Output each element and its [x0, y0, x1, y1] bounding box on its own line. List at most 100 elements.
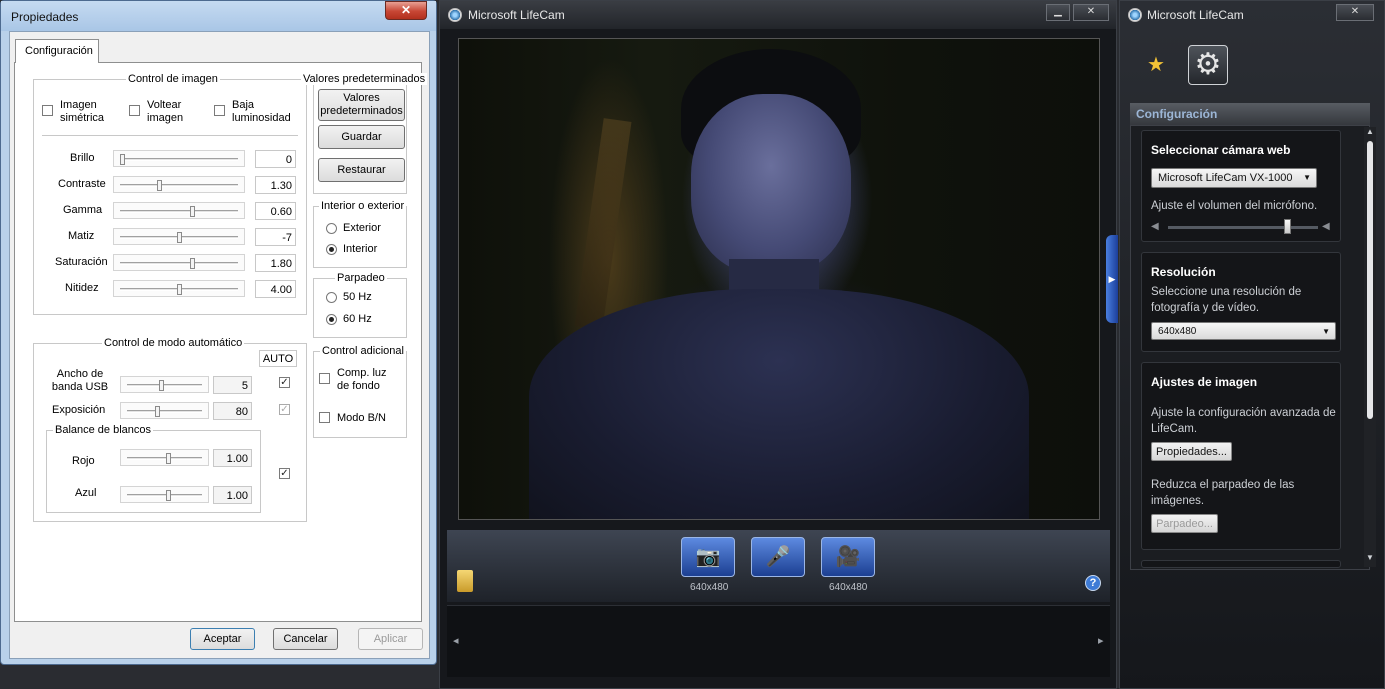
slider-track: [127, 494, 202, 497]
next-card: [1141, 560, 1341, 568]
accept-button[interactable]: Aceptar: [190, 628, 255, 650]
indoor-label: Interior: [343, 243, 378, 255]
effects-icon[interactable]: ★: [1147, 52, 1165, 77]
minimize-icon[interactable]: ▁: [1046, 4, 1070, 21]
gamma-slider[interactable]: [113, 202, 245, 219]
scroll-down-icon[interactable]: ▼: [1366, 553, 1374, 562]
flip-image-checkbox[interactable]: [129, 105, 140, 116]
microphone-icon[interactable]: 🎤: [751, 537, 805, 577]
saturation-label: Saturación: [55, 256, 108, 268]
gamma-value[interactable]: 0.60: [255, 202, 296, 220]
lifecam-titlebar: Microsoft LifeCam ▁ ✕: [440, 1, 1116, 29]
contrast-value[interactable]: 1.30: [255, 176, 296, 194]
flicker-desc: Reduzca el parpadeo de las imágenes.: [1151, 479, 1295, 507]
red-value[interactable]: 1.00: [213, 449, 252, 467]
gear-icon[interactable]: ⚙: [1188, 45, 1228, 85]
image-control-label: Control de imagen: [126, 73, 220, 85]
sharpness-slider[interactable]: [113, 280, 245, 297]
white-balance-auto-checkbox[interactable]: ✓: [279, 468, 290, 479]
blue-label: Azul: [75, 487, 97, 499]
scroll-up-icon[interactable]: ▲: [1366, 127, 1374, 136]
webcam-card: Seleccionar cámara web Microsoft LifeCam…: [1141, 130, 1341, 242]
cancel-button[interactable]: Cancelar: [273, 628, 338, 650]
backlight-comp-checkbox[interactable]: [319, 373, 330, 384]
resolution-dropdown[interactable]: 640x480 ▼: [1151, 322, 1336, 340]
bw-mode-label: Modo B/N: [337, 412, 386, 424]
apply-button[interactable]: Aplicar: [358, 628, 423, 650]
restore-button[interactable]: Restaurar: [318, 158, 405, 182]
resolution-title: Resolución: [1151, 265, 1216, 279]
resolution-selected: 640x480: [1158, 326, 1197, 337]
auto-control-label: Control de modo automático: [102, 337, 245, 349]
indoor-outdoor-label: Interior o exterior: [319, 200, 407, 212]
settings-scrollbar[interactable]: ▲ ▼: [1364, 127, 1376, 567]
lifecam-app-icon: [448, 8, 462, 22]
settings-close-icon[interactable]: ✕: [1336, 4, 1374, 21]
50hz-radio[interactable]: [326, 292, 337, 303]
video-camera-icon[interactable]: 🎥: [821, 537, 875, 577]
brightness-slider[interactable]: [113, 150, 245, 167]
slider-thumb[interactable]: [190, 258, 196, 269]
webcam-selected: Microsoft LifeCam VX-1000: [1158, 172, 1293, 184]
slider-thumb[interactable]: [120, 154, 125, 165]
settings-header: Configuración: [1130, 103, 1370, 125]
photo-resolution: 640x480: [690, 582, 729, 593]
slider-thumb[interactable]: [165, 453, 171, 464]
mirror-image-checkbox[interactable]: [42, 105, 53, 116]
saturation-value[interactable]: 1.80: [255, 254, 296, 272]
scroll-thumb[interactable]: [1367, 141, 1373, 419]
60hz-label: 60 Hz: [343, 313, 372, 325]
brightness-label: Brillo: [70, 152, 95, 164]
properties-button[interactable]: Propiedades...: [1151, 442, 1232, 461]
defaults-label: Valores predeterminados: [301, 73, 428, 85]
low-light-checkbox[interactable]: [214, 105, 225, 116]
indoor-radio[interactable]: [326, 244, 337, 255]
slider-thumb[interactable]: [157, 180, 163, 191]
slider-thumb[interactable]: [155, 406, 160, 417]
volume-high-icon: ◀: [1322, 221, 1330, 232]
60hz-radio[interactable]: [326, 314, 337, 325]
tab-configuracion[interactable]: Configuración: [15, 39, 99, 63]
flicker-button[interactable]: Parpadeo...: [1151, 514, 1218, 533]
red-slider[interactable]: [120, 449, 209, 466]
slider-thumb[interactable]: [158, 380, 164, 391]
usb-bandwidth-label: Ancho de banda USB: [51, 368, 109, 393]
mirror-image-label: Imagen simétrica: [60, 99, 105, 124]
defaults-button[interactable]: Valores predeterminados: [318, 89, 405, 121]
blue-value[interactable]: 1.00: [213, 486, 252, 504]
help-icon[interactable]: ?: [1085, 575, 1101, 591]
slider-track: [120, 210, 238, 213]
blue-slider[interactable]: [120, 486, 209, 503]
slider-thumb[interactable]: [176, 232, 182, 243]
usb-bandwidth-value[interactable]: 5: [213, 376, 252, 394]
slider-thumb[interactable]: [176, 284, 182, 295]
hue-value[interactable]: -7: [255, 228, 296, 246]
usb-bandwidth-slider[interactable]: [120, 376, 209, 393]
video-resolution: 640x480: [829, 582, 868, 593]
exposure-value[interactable]: 80: [213, 402, 252, 420]
sharpness-value[interactable]: 4.00: [255, 280, 296, 298]
usb-bandwidth-auto-checkbox[interactable]: ✓: [279, 377, 290, 388]
folder-icon[interactable]: [457, 570, 473, 592]
scroll-left-icon[interactable]: ◂: [453, 634, 459, 647]
slider-thumb[interactable]: [165, 490, 171, 501]
close-icon[interactable]: ✕: [1073, 4, 1109, 21]
bw-mode-checkbox[interactable]: [319, 412, 330, 423]
person-face: [691, 94, 851, 274]
hue-slider[interactable]: [113, 228, 245, 245]
save-button[interactable]: Guardar: [318, 125, 405, 149]
camera-icon[interactable]: 📷: [681, 537, 735, 577]
close-icon[interactable]: ✕: [385, 1, 427, 20]
exposure-auto-checkbox[interactable]: ✓: [279, 404, 290, 415]
saturation-slider[interactable]: [113, 254, 245, 271]
outdoor-radio[interactable]: [326, 223, 337, 234]
brightness-value[interactable]: 0: [255, 150, 296, 168]
panel-toggle-icon[interactable]: ▶: [1106, 235, 1118, 323]
scroll-right-icon[interactable]: ▸: [1098, 634, 1104, 647]
exposure-slider[interactable]: [120, 402, 209, 419]
slider-thumb[interactable]: [190, 206, 196, 217]
webcam-dropdown[interactable]: Microsoft LifeCam VX-1000 ▼: [1151, 168, 1317, 188]
contrast-label: Contraste: [58, 178, 106, 190]
volume-slider[interactable]: [1284, 219, 1291, 234]
contrast-slider[interactable]: [113, 176, 245, 193]
